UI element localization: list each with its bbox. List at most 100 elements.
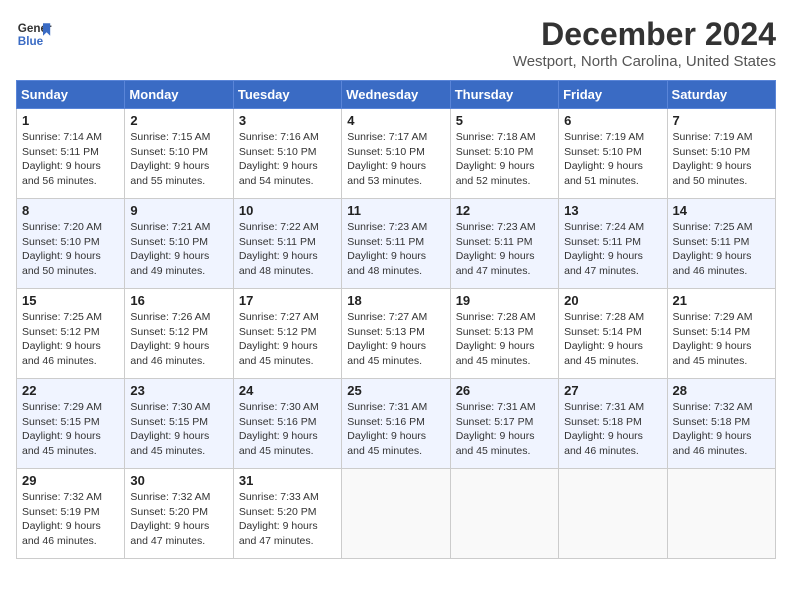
- day-info: Sunrise: 7:33 AMSunset: 5:20 PMDaylight:…: [239, 490, 336, 549]
- weekday-cell: Sunday: [17, 81, 125, 109]
- day-number: 19: [456, 293, 553, 308]
- day-info: Sunrise: 7:29 AMSunset: 5:14 PMDaylight:…: [673, 310, 770, 369]
- day-number: 20: [564, 293, 661, 308]
- calendar-day-cell: 12 Sunrise: 7:23 AMSunset: 5:11 PMDayligh…: [450, 199, 558, 289]
- day-number: 21: [673, 293, 770, 308]
- calendar-day-cell: 23 Sunrise: 7:30 AMSunset: 5:15 PMDayligh…: [125, 379, 233, 469]
- day-info: Sunrise: 7:28 AMSunset: 5:14 PMDaylight:…: [564, 310, 661, 369]
- day-number: 4: [347, 113, 444, 128]
- calendar-day-cell: 28 Sunrise: 7:32 AMSunset: 5:18 PMDayligh…: [667, 379, 775, 469]
- calendar-day-cell: 4 Sunrise: 7:17 AMSunset: 5:10 PMDaylight…: [342, 109, 450, 199]
- calendar-day-cell: 10 Sunrise: 7:22 AMSunset: 5:11 PMDayligh…: [233, 199, 341, 289]
- day-number: 2: [130, 113, 227, 128]
- day-number: 26: [456, 383, 553, 398]
- calendar-day-cell: 2 Sunrise: 7:15 AMSunset: 5:10 PMDaylight…: [125, 109, 233, 199]
- logo: General Blue: [16, 16, 52, 52]
- calendar-day-cell: 5 Sunrise: 7:18 AMSunset: 5:10 PMDaylight…: [450, 109, 558, 199]
- day-info: Sunrise: 7:15 AMSunset: 5:10 PMDaylight:…: [130, 130, 227, 189]
- day-info: Sunrise: 7:16 AMSunset: 5:10 PMDaylight:…: [239, 130, 336, 189]
- day-number: 28: [673, 383, 770, 398]
- calendar-day-cell: [342, 469, 450, 559]
- calendar-day-cell: 14 Sunrise: 7:25 AMSunset: 5:11 PMDayligh…: [667, 199, 775, 289]
- day-number: 18: [347, 293, 444, 308]
- weekday-cell: Monday: [125, 81, 233, 109]
- day-info: Sunrise: 7:31 AMSunset: 5:17 PMDaylight:…: [456, 400, 553, 459]
- day-info: Sunrise: 7:28 AMSunset: 5:13 PMDaylight:…: [456, 310, 553, 369]
- calendar-day-cell: 31 Sunrise: 7:33 AMSunset: 5:20 PMDayligh…: [233, 469, 341, 559]
- calendar-day-cell: 22Sunrise: 7:29 AMSunset: 5:15 PMDayligh…: [17, 379, 125, 469]
- calendar-body: 1 Sunrise: 7:14 AMSunset: 5:11 PMDaylight…: [17, 109, 776, 559]
- day-number: 13: [564, 203, 661, 218]
- day-info: Sunrise: 7:23 AMSunset: 5:11 PMDaylight:…: [347, 220, 444, 279]
- day-info: Sunrise: 7:20 AMSunset: 5:10 PMDaylight:…: [22, 220, 119, 279]
- day-info: Sunrise: 7:30 AMSunset: 5:15 PMDaylight:…: [130, 400, 227, 459]
- calendar-day-cell: 20 Sunrise: 7:28 AMSunset: 5:14 PMDayligh…: [559, 289, 667, 379]
- calendar-day-cell: 11 Sunrise: 7:23 AMSunset: 5:11 PMDayligh…: [342, 199, 450, 289]
- calendar-week-row: 22Sunrise: 7:29 AMSunset: 5:15 PMDayligh…: [17, 379, 776, 469]
- calendar-day-cell: [559, 469, 667, 559]
- day-number: 8: [22, 203, 119, 218]
- day-number: 6: [564, 113, 661, 128]
- day-info: Sunrise: 7:25 AMSunset: 5:11 PMDaylight:…: [673, 220, 770, 279]
- day-info: Sunrise: 7:22 AMSunset: 5:11 PMDaylight:…: [239, 220, 336, 279]
- calendar-week-row: 29 Sunrise: 7:32 AMSunset: 5:19 PMDayligh…: [17, 469, 776, 559]
- calendar-day-cell: 16Sunrise: 7:26 AMSunset: 5:12 PMDayligh…: [125, 289, 233, 379]
- calendar-day-cell: 18 Sunrise: 7:27 AMSunset: 5:13 PMDayligh…: [342, 289, 450, 379]
- logo-icon: General Blue: [16, 16, 52, 52]
- calendar-day-cell: [667, 469, 775, 559]
- weekday-cell: Thursday: [450, 81, 558, 109]
- weekday-cell: Wednesday: [342, 81, 450, 109]
- calendar-day-cell: 24Sunrise: 7:30 AMSunset: 5:16 PMDayligh…: [233, 379, 341, 469]
- day-info: Sunrise: 7:17 AMSunset: 5:10 PMDaylight:…: [347, 130, 444, 189]
- day-info: Sunrise: 7:19 AMSunset: 5:10 PMDaylight:…: [673, 130, 770, 189]
- calendar-day-cell: 30Sunrise: 7:32 AMSunset: 5:20 PMDayligh…: [125, 469, 233, 559]
- day-number: 10: [239, 203, 336, 218]
- calendar-day-cell: [450, 469, 558, 559]
- calendar-day-cell: 1 Sunrise: 7:14 AMSunset: 5:11 PMDaylight…: [17, 109, 125, 199]
- calendar-day-cell: 19 Sunrise: 7:28 AMSunset: 5:13 PMDayligh…: [450, 289, 558, 379]
- day-number: 12: [456, 203, 553, 218]
- day-number: 1: [22, 113, 119, 128]
- calendar-week-row: 8 Sunrise: 7:20 AMSunset: 5:10 PMDaylight…: [17, 199, 776, 289]
- day-info: Sunrise: 7:19 AMSunset: 5:10 PMDaylight:…: [564, 130, 661, 189]
- day-number: 23: [130, 383, 227, 398]
- calendar-week-row: 1 Sunrise: 7:14 AMSunset: 5:11 PMDaylight…: [17, 109, 776, 199]
- calendar-day-cell: 3 Sunrise: 7:16 AMSunset: 5:10 PMDaylight…: [233, 109, 341, 199]
- day-info: Sunrise: 7:31 AMSunset: 5:16 PMDaylight:…: [347, 400, 444, 459]
- calendar-day-cell: 13 Sunrise: 7:24 AMSunset: 5:11 PMDayligh…: [559, 199, 667, 289]
- calendar-day-cell: 9 Sunrise: 7:21 AMSunset: 5:10 PMDaylight…: [125, 199, 233, 289]
- day-info: Sunrise: 7:23 AMSunset: 5:11 PMDaylight:…: [456, 220, 553, 279]
- calendar-day-cell: 26 Sunrise: 7:31 AMSunset: 5:17 PMDayligh…: [450, 379, 558, 469]
- day-number: 25: [347, 383, 444, 398]
- day-info: Sunrise: 7:14 AMSunset: 5:11 PMDaylight:…: [22, 130, 119, 189]
- day-number: 31: [239, 473, 336, 488]
- day-info: Sunrise: 7:25 AMSunset: 5:12 PMDaylight:…: [22, 310, 119, 369]
- day-number: 7: [673, 113, 770, 128]
- day-number: 5: [456, 113, 553, 128]
- calendar-day-cell: 6 Sunrise: 7:19 AMSunset: 5:10 PMDaylight…: [559, 109, 667, 199]
- svg-text:Blue: Blue: [18, 35, 44, 48]
- day-info: Sunrise: 7:21 AMSunset: 5:10 PMDaylight:…: [130, 220, 227, 279]
- day-number: 9: [130, 203, 227, 218]
- calendar-day-cell: 17Sunrise: 7:27 AMSunset: 5:12 PMDayligh…: [233, 289, 341, 379]
- day-number: 15: [22, 293, 119, 308]
- day-info: Sunrise: 7:31 AMSunset: 5:18 PMDaylight:…: [564, 400, 661, 459]
- day-number: 11: [347, 203, 444, 218]
- day-number: 16: [130, 293, 227, 308]
- weekday-cell: Saturday: [667, 81, 775, 109]
- day-number: 3: [239, 113, 336, 128]
- day-number: 27: [564, 383, 661, 398]
- day-info: Sunrise: 7:32 AMSunset: 5:19 PMDaylight:…: [22, 490, 119, 549]
- day-number: 24: [239, 383, 336, 398]
- day-info: Sunrise: 7:32 AMSunset: 5:18 PMDaylight:…: [673, 400, 770, 459]
- day-info: Sunrise: 7:27 AMSunset: 5:13 PMDaylight:…: [347, 310, 444, 369]
- calendar-day-cell: 27 Sunrise: 7:31 AMSunset: 5:18 PMDayligh…: [559, 379, 667, 469]
- day-info: Sunrise: 7:24 AMSunset: 5:11 PMDaylight:…: [564, 220, 661, 279]
- weekday-cell: Friday: [559, 81, 667, 109]
- day-info: Sunrise: 7:18 AMSunset: 5:10 PMDaylight:…: [456, 130, 553, 189]
- day-number: 14: [673, 203, 770, 218]
- calendar-day-cell: 7 Sunrise: 7:19 AMSunset: 5:10 PMDaylight…: [667, 109, 775, 199]
- day-number: 29: [22, 473, 119, 488]
- day-number: 22: [22, 383, 119, 398]
- month-title: December 2024: [513, 16, 776, 53]
